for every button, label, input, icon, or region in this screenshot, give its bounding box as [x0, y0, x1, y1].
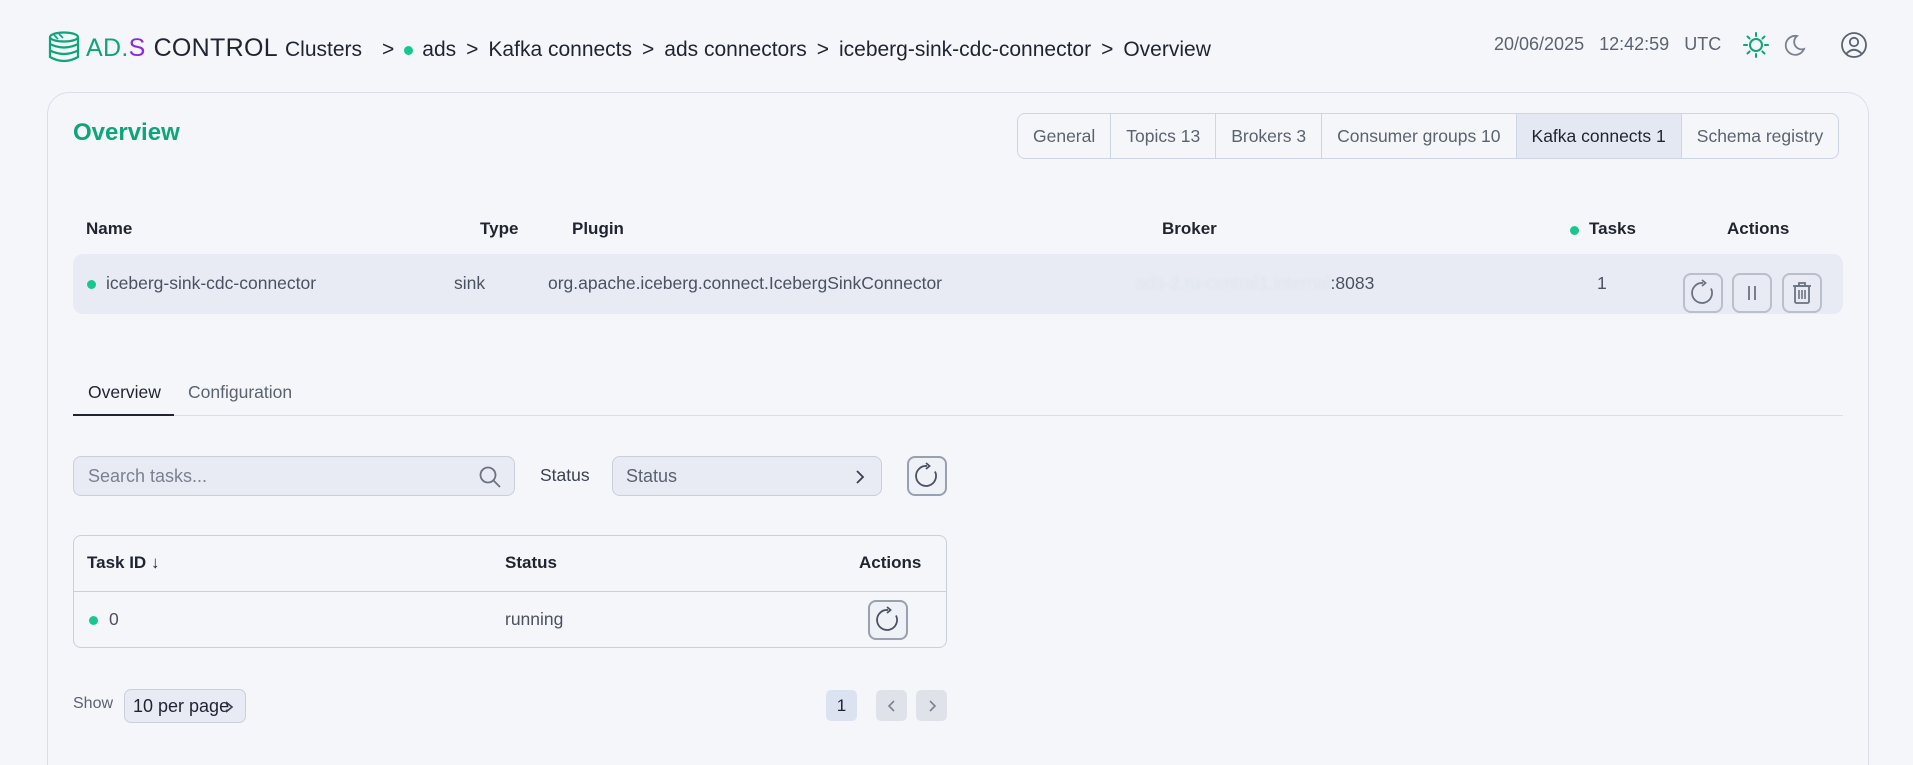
main-card: Overview General Topics 13 Brokers 3 Con… — [47, 92, 1869, 765]
detail-tabs: Overview Configuration — [73, 372, 1843, 416]
connector-broker: ads-2.ru-central1.internal:8083 — [1136, 273, 1374, 294]
task-id: 0 — [109, 609, 119, 629]
breadcrumb-separator: > — [816, 38, 829, 61]
cluster-status-dot — [404, 45, 414, 55]
breadcrumb-kafka-connects[interactable]: Kafka connects — [488, 38, 632, 62]
broker-port: :8083 — [1330, 273, 1375, 293]
column-actions: Actions — [859, 553, 922, 572]
delete-connector-button[interactable] — [1782, 273, 1822, 313]
column-type: Type — [480, 219, 519, 238]
tab-schema-registry[interactable]: Schema registry — [1682, 114, 1838, 158]
connector-plugin: org.apache.iceberg.connect.IcebergSinkCo… — [548, 273, 942, 293]
tab-configuration[interactable]: Configuration — [188, 382, 292, 403]
task-status-dot — [89, 616, 98, 625]
column-broker: Broker — [1162, 219, 1217, 238]
tasks-table-header: Task ID ↓ Status Actions — [74, 536, 946, 592]
connector-status-dot — [87, 280, 96, 289]
dark-theme-button[interactable] — [1782, 32, 1808, 58]
restart-icon — [1691, 279, 1713, 304]
page-button-current[interactable]: 1 — [826, 690, 857, 721]
moon-icon — [1784, 34, 1806, 56]
tab-brokers[interactable]: Brokers 3 — [1216, 114, 1323, 158]
task-status: running — [505, 609, 564, 629]
table-row: 0 running — [74, 592, 946, 647]
per-page-value: 10 per page — [133, 696, 230, 716]
column-task-id[interactable]: Task ID ↓ — [87, 553, 159, 573]
tab-topics[interactable]: Topics 13 — [1111, 114, 1217, 158]
breadcrumb-ads-connectors[interactable]: ads connectors — [664, 38, 806, 62]
tab-general[interactable]: General — [1018, 114, 1112, 158]
tasks-status-dot — [1570, 226, 1579, 235]
connector-row[interactable]: iceberg-sink-cdc-connector sink org.apac… — [73, 254, 1843, 314]
breadcrumb-cluster[interactable]: ads — [422, 38, 456, 62]
page-title: Overview — [73, 119, 180, 146]
timezone-text: UTC — [1684, 34, 1722, 54]
sort-arrow-down-icon: ↓ — [150, 553, 160, 572]
pause-icon — [1748, 286, 1756, 300]
breadcrumb-current: Overview — [1123, 38, 1211, 61]
logo-icon — [48, 31, 80, 63]
status-filter-label: Status — [540, 465, 590, 485]
chevron-right-icon — [928, 699, 936, 712]
breadcrumb-separator: > — [382, 38, 395, 61]
broker-host-redacted: ads-2.ru-central1.internal — [1136, 273, 1331, 293]
connector-table-header: Name Type Plugin Broker Tasks Actions — [73, 215, 1843, 245]
search-placeholder: Search tasks... — [88, 466, 208, 486]
search-tasks-input[interactable]: Search tasks... — [73, 456, 515, 496]
refresh-icon — [915, 462, 937, 487]
column-name: Name — [86, 219, 133, 238]
column-plugin: Plugin — [572, 219, 624, 238]
restart-task-button[interactable] — [868, 600, 908, 640]
sun-icon — [1743, 32, 1769, 58]
logo-text-s: S — [128, 33, 146, 62]
logo-text-ad: AD — [86, 33, 122, 62]
pause-connector-button[interactable] — [1732, 273, 1772, 313]
tasks-table: Task ID ↓ Status Actions 0 running — [73, 535, 947, 648]
connector-tasks-count: 1 — [1597, 273, 1607, 293]
server-datetime: 20/06/2025 12:42:59 UTC — [1494, 34, 1731, 55]
user-icon — [1841, 32, 1867, 58]
breadcrumb-separator: > — [1101, 38, 1114, 61]
column-actions: Actions — [1727, 219, 1790, 238]
column-status: Status — [505, 553, 557, 572]
breadcrumb: Clusters > ads > Kafka connects > ads co… — [285, 38, 1211, 62]
user-menu-button[interactable] — [1840, 31, 1868, 59]
show-label: Show — [73, 695, 114, 712]
search-icon — [479, 466, 501, 488]
logo-text-control: CONTROL — [153, 33, 278, 62]
tab-kafka-connects[interactable]: Kafka connects 1 — [1516, 114, 1682, 158]
task-id-label: Task ID — [87, 553, 147, 572]
time-text: 12:42:59 — [1599, 34, 1670, 54]
chevron-right-icon — [225, 701, 234, 713]
breadcrumb-separator: > — [466, 38, 479, 61]
breadcrumb-connector[interactable]: iceberg-sink-cdc-connector — [839, 38, 1091, 62]
light-theme-button[interactable] — [1742, 31, 1770, 59]
connector-type: sink — [454, 273, 486, 293]
status-select-placeholder: Status — [626, 466, 678, 486]
status-filter-select[interactable]: Status — [612, 456, 882, 496]
connector-name[interactable]: iceberg-sink-cdc-connector — [106, 273, 316, 294]
breadcrumb-clusters[interactable]: Clusters — [285, 38, 362, 62]
active-tab-indicator — [73, 414, 174, 416]
app-logo[interactable]: AD.S CONTROL — [46, 28, 278, 68]
logo-text-dot: . — [121, 33, 129, 62]
restart-icon — [876, 606, 898, 631]
breadcrumb-separator: > — [642, 38, 655, 61]
restart-connector-button[interactable] — [1683, 273, 1723, 313]
chevron-left-icon — [887, 699, 895, 712]
trash-icon — [1793, 282, 1811, 304]
per-page-select[interactable]: 10 per page — [124, 689, 246, 723]
column-tasks: Tasks — [1589, 219, 1636, 238]
previous-page-button[interactable] — [876, 690, 907, 721]
next-page-button[interactable] — [916, 690, 947, 721]
tab-overview[interactable]: Overview — [88, 382, 161, 403]
chevron-right-icon — [856, 470, 865, 484]
top-header: AD.S CONTROL Clusters > ads > Kafka conne… — [0, 0, 1913, 92]
tab-consumer-groups[interactable]: Consumer groups 10 — [1322, 114, 1517, 158]
cluster-tabs: General Topics 13 Brokers 3 Consumer gro… — [1017, 113, 1840, 159]
date-text: 20/06/2025 — [1494, 34, 1585, 54]
refresh-tasks-button[interactable] — [907, 456, 947, 496]
